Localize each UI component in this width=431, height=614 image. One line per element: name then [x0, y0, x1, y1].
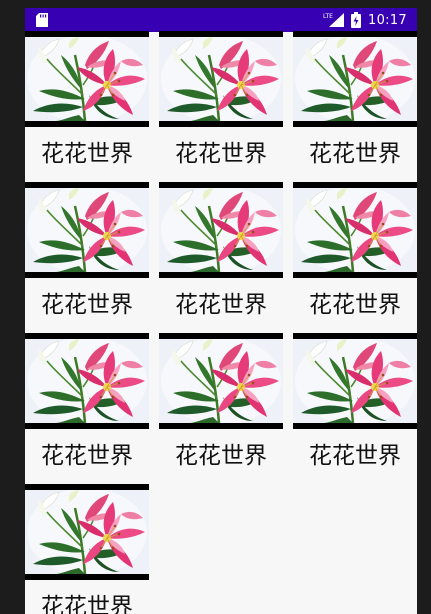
- flower-photo: [25, 490, 149, 574]
- grid-item[interactable]: 花花世界: [25, 484, 149, 614]
- flower-photo: [159, 37, 283, 121]
- app-screen: LTE 10:17 花花世界 花花世界 花花世界 花花世界 花花世界 花花世界 花花世界 花花…: [25, 8, 417, 614]
- lily-flower-image: [25, 31, 149, 127]
- lily-flower-image: [159, 333, 283, 429]
- grid-item[interactable]: 花花世界: [293, 182, 417, 333]
- lily-flower-image: [25, 484, 149, 580]
- flower-grid: 花花世界 花花世界 花花世界 花花世界 花花世界 花花世界 花花世界 花花世界 花花世界 花花世界: [25, 31, 417, 614]
- lily-flower-image: [293, 333, 417, 429]
- lte-signal-icon: LTE: [323, 13, 345, 27]
- flower-photo: [293, 188, 417, 272]
- grid-item-label: 花花世界: [175, 141, 267, 167]
- status-time: 10:17: [368, 12, 407, 28]
- grid-item-label: 花花世界: [41, 594, 133, 614]
- sd-card-icon: [36, 13, 48, 27]
- flower-photo: [25, 339, 149, 423]
- grid-item[interactable]: 花花世界: [25, 31, 149, 182]
- status-bar: LTE 10:17: [25, 8, 417, 32]
- battery-charging-icon: [351, 12, 362, 28]
- grid-item-label: 花花世界: [309, 292, 401, 318]
- grid-item[interactable]: 花花世界: [159, 182, 283, 333]
- lily-flower-image: [25, 333, 149, 429]
- grid-item-label: 花花世界: [41, 141, 133, 167]
- lily-flower-image: [159, 182, 283, 278]
- flower-photo: [25, 37, 149, 121]
- lily-flower-image: [293, 182, 417, 278]
- grid-item[interactable]: 花花世界: [25, 182, 149, 333]
- grid-item-label: 花花世界: [175, 292, 267, 318]
- grid-item[interactable]: 花花世界: [159, 31, 283, 182]
- grid-item-label: 花花世界: [41, 292, 133, 318]
- flower-photo: [159, 339, 283, 423]
- lily-flower-image: [293, 31, 417, 127]
- grid-item-label: 花花世界: [175, 443, 267, 469]
- lily-flower-image: [159, 31, 283, 127]
- grid-item-label: 花花世界: [309, 443, 401, 469]
- grid-item[interactable]: 花花世界: [293, 333, 417, 484]
- lily-flower-image: [25, 182, 149, 278]
- grid-item[interactable]: 花花世界: [293, 31, 417, 182]
- lte-label: LTE: [323, 13, 333, 20]
- flower-photo: [293, 339, 417, 423]
- grid-item-label: 花花世界: [309, 141, 401, 167]
- flower-photo: [159, 188, 283, 272]
- grid-item[interactable]: 花花世界: [25, 333, 149, 484]
- grid-item-label: 花花世界: [41, 443, 133, 469]
- flower-photo: [25, 188, 149, 272]
- flower-photo: [293, 37, 417, 121]
- grid-item[interactable]: 花花世界: [159, 333, 283, 484]
